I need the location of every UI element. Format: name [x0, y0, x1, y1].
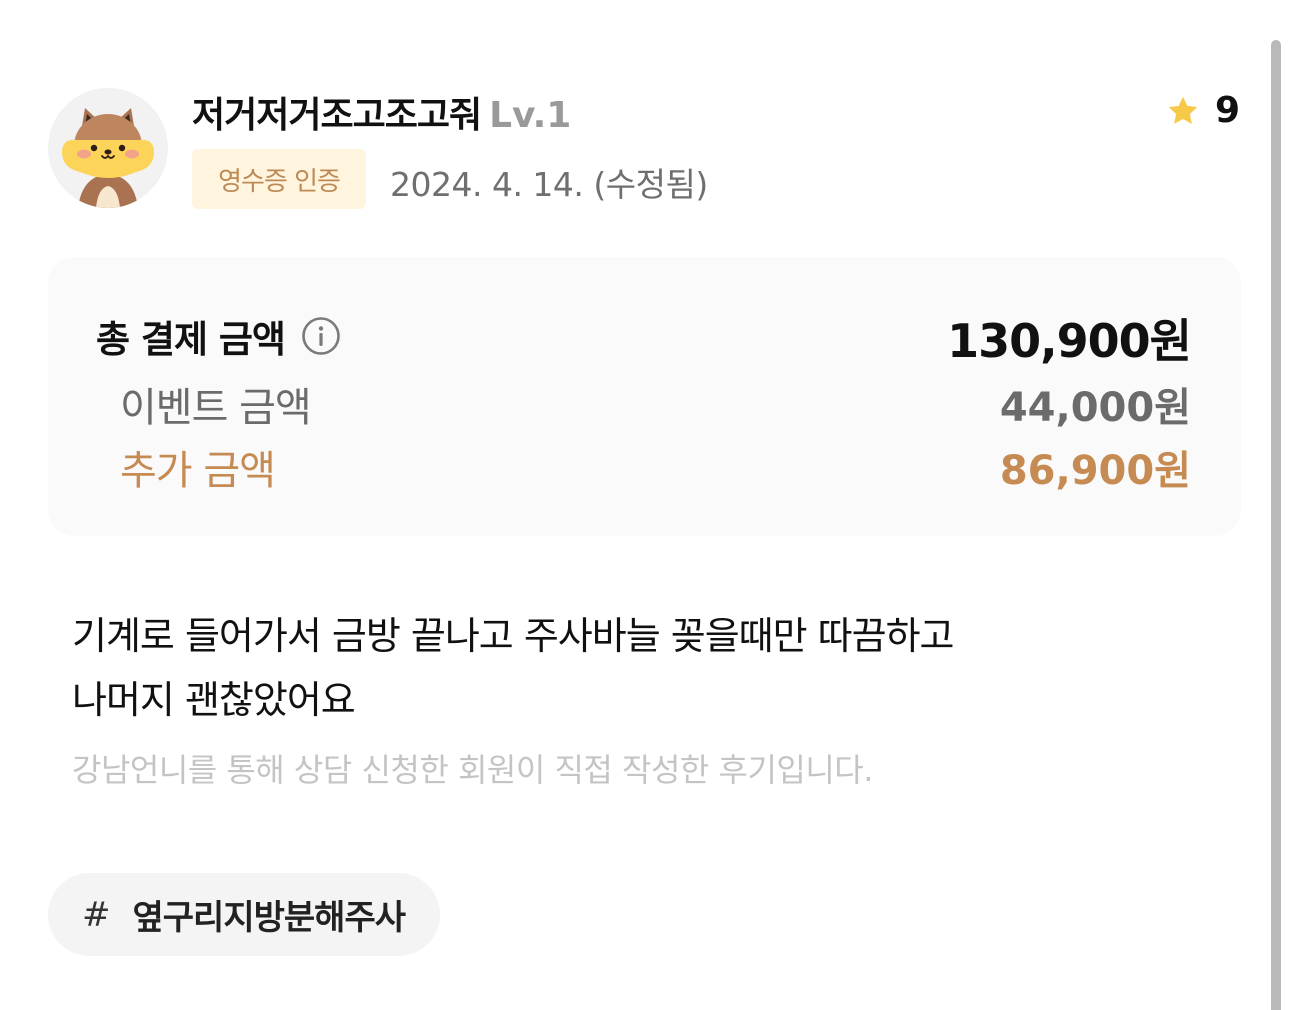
- hash-icon: #: [82, 894, 111, 935]
- dog-avatar-icon: [48, 88, 168, 208]
- rating: 9: [1165, 90, 1240, 131]
- tag-chip[interactable]: # 옆구리지방분해주사: [48, 873, 440, 956]
- event-price-row: 이벤트 금액 44,000원: [48, 375, 1241, 431]
- tag-label: 옆구리지방분해주사: [132, 898, 407, 938]
- event-price-value: 44,000원: [999, 385, 1191, 431]
- total-price-row: 총 결제 금액 130,900원: [48, 309, 1241, 368]
- review-text-line: 나머지 괜찮았어요: [72, 678, 356, 722]
- review-text: 기계로 들어가서 금방 끝나고 주사바늘 꽂을때만 따끔하고 나머지 괜찮았어요: [72, 604, 1172, 732]
- extra-price-value: 86,900원: [999, 448, 1191, 494]
- total-price-label-group: 총 결제 금액: [96, 309, 341, 363]
- total-price-label: 총 결제 금액: [96, 318, 286, 361]
- star-icon: [1168, 96, 1198, 124]
- rating-score: 9: [1214, 90, 1240, 131]
- scrollbar[interactable]: [1271, 40, 1281, 1010]
- total-price-value: 130,900원: [947, 314, 1192, 368]
- receipt-verified-badge: 영수증 인증: [192, 149, 366, 209]
- price-summary: 총 결제 금액 130,900원 이벤트 금액 44,000원 추가 금액 86…: [48, 257, 1241, 536]
- info-icon[interactable]: [301, 316, 341, 356]
- avatar: [48, 88, 168, 208]
- username: 저거저거조고조고줘 Lv.1: [192, 86, 571, 138]
- username-text: 저거저거조고조고줘: [192, 95, 482, 136]
- event-price-label: 이벤트 금액: [120, 385, 312, 431]
- review-text-line: 기계로 들어가서 금방 끝나고 주사바늘 꽂을때만 따끔하고: [72, 614, 955, 658]
- extra-price-row: 추가 금액 86,900원: [48, 438, 1241, 494]
- review-date: 2024. 4. 14. (수정됨): [390, 165, 708, 204]
- review-disclaimer: 강남언니를 통해 상담 신청한 회원이 직접 작성한 후기입니다.: [72, 751, 873, 789]
- extra-price-label: 추가 금액: [120, 448, 276, 494]
- user-level: Lv.1: [489, 95, 572, 136]
